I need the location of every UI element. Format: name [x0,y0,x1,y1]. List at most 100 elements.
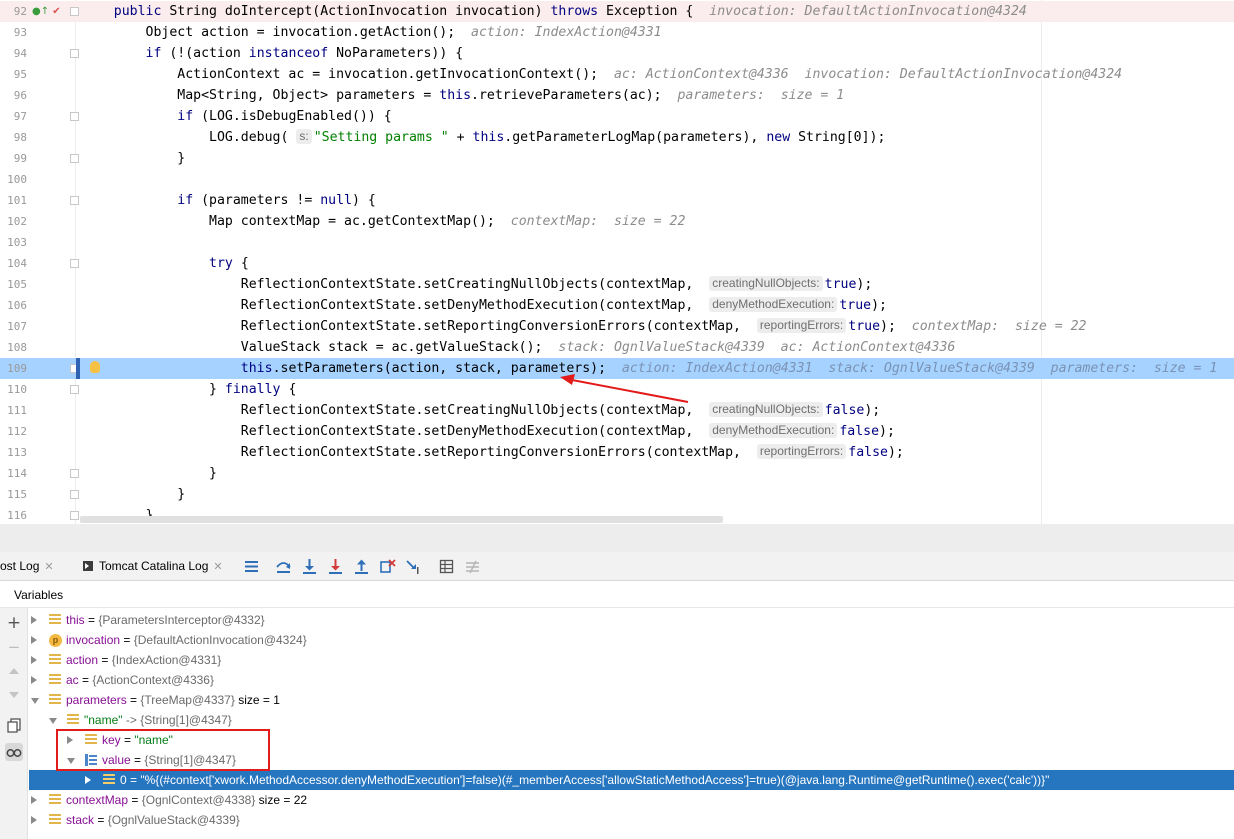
variable-row[interactable]: ac = {ActionContext@4336} [29,670,1234,690]
variable-row[interactable]: this = {ParametersInterceptor@4332} [29,610,1234,630]
trace-button[interactable] [464,558,481,575]
variable-row[interactable]: contextMap = {OgnlContext@4338} size = 2… [29,790,1234,810]
toggle-inline-values-button[interactable] [5,743,23,761]
code-text: if (LOG.isDebugEnabled()) { [82,106,391,127]
variable-row[interactable]: p invocation = {DefaultActionInvocation@4… [29,630,1234,650]
remove-watch-button[interactable]: − [5,638,23,656]
variable-row[interactable]: stack = {OgnlValueStack@4339} [29,810,1234,830]
fold-marker-icon[interactable] [70,511,79,520]
line-number: 103 [7,236,27,249]
copy-button[interactable] [5,716,23,734]
code-line[interactable]: 107 ReflectionContextState.setReportingC… [0,316,1234,337]
menu-button[interactable] [243,558,260,575]
code-line[interactable]: 108 ValueStack stack = ac.getValueStack(… [0,337,1234,358]
field-icon [67,714,79,726]
fold-marker-icon[interactable] [70,112,79,121]
code-token: ) { [351,193,376,208]
collapse-arrow-icon[interactable] [49,718,57,724]
code-line[interactable]: 93 Object action = invocation.getAction(… [0,22,1234,43]
code-line[interactable]: 100 [0,169,1234,190]
code-line[interactable]: 102 Map contextMap = ac.getContextMap();… [0,211,1234,232]
variable-text: contextMap = {OgnlContext@4338} size = 2… [66,790,307,810]
code-line[interactable]: 96 Map<String, Object> parameters = this… [0,85,1234,106]
inline-debug-value: stack: OgnlValueStack@4339 ac: ActionCon… [558,340,956,355]
code-token: String[0]); [790,130,886,145]
code-token: + [448,130,473,145]
fold-marker-icon[interactable] [70,7,79,16]
code-line[interactable]: 106 ReflectionContextState.setDenyMethod… [0,295,1234,316]
fold-marker-icon[interactable] [70,385,79,394]
drop-frame-button[interactable] [379,558,396,575]
step-out-button[interactable] [353,558,370,575]
code-line[interactable]: 105 ReflectionContextState.setCreatingNu… [0,274,1234,295]
line-number: 93 [13,26,27,39]
variable-name: this [66,613,85,627]
code-line[interactable]: 92 ●↑ ✔ public String doIntercept(ActionI… [0,1,1234,22]
code-token: ReflectionContextState.setDenyMethodExec… [82,424,710,439]
step-out-icon [355,559,368,574]
code-line[interactable]: 112 ReflectionContextState.setDenyMethod… [0,421,1234,442]
override-method-icon[interactable]: ●↑ ✔ [32,6,61,17]
fold-marker-icon[interactable] [70,469,79,478]
field-icon [49,674,61,686]
add-watch-button[interactable]: + [5,614,23,632]
variable-row[interactable]: 0 = "%{(#context['xwork.MethodAccessor.d… [29,770,1234,790]
code-line[interactable]: 97 if (LOG.isDebugEnabled()) { [0,106,1234,127]
fold-marker-icon[interactable] [70,259,79,268]
run-to-cursor-icon [406,560,419,574]
expand-arrow-icon[interactable] [31,816,37,824]
collapse-arrow-icon[interactable] [31,698,39,704]
line-number: 92 [13,5,27,18]
code-line[interactable]: 113 ReflectionContextState.setReportingC… [0,442,1234,463]
code-token: ActionContext ac = invocation.getInvocat… [82,67,614,82]
expand-arrow-icon[interactable] [31,796,37,804]
expand-arrow-icon[interactable] [31,656,37,664]
code-line[interactable]: 99 } [0,148,1234,169]
code-line[interactable]: 94 if (!(action instanceof NoParameters)… [0,43,1234,64]
fold-marker-icon[interactable] [70,154,79,163]
code-line[interactable]: 98 LOG.debug( s: "Setting params " + this… [0,127,1234,148]
evaluate-expression-button[interactable] [438,558,455,575]
code-line[interactable]: 103 [0,232,1234,253]
code-token: true [824,277,857,292]
move-up-button[interactable] [5,662,23,680]
code-text: ReflectionContextState.setDenyMethodExec… [82,295,887,316]
code-line[interactable]: 101 if (parameters != null) { [0,190,1234,211]
line-number: 102 [7,215,27,228]
code-line[interactable]: 114 } [0,463,1234,484]
parameter-hint: reportingErrors: [756,444,847,459]
fold-marker-icon[interactable] [70,196,79,205]
expand-arrow-icon[interactable] [85,776,91,784]
variable-row[interactable]: "name" -> {String[1]@4347} [29,710,1234,730]
variable-separator: = [84,613,99,627]
force-step-into-button[interactable] [327,558,344,575]
move-down-button[interactable] [5,686,23,704]
run-to-cursor-button[interactable] [405,558,422,575]
horizontal-scrollbar[interactable] [80,516,723,523]
variable-row[interactable]: parameters = {TreeMap@4337} size = 1 [29,690,1234,710]
fold-marker-icon[interactable] [70,490,79,499]
expand-arrow-icon[interactable] [31,676,37,684]
expand-arrow-icon[interactable] [31,636,37,644]
code-token: LOG.debug( [82,130,297,145]
code-line[interactable]: 104 try { [0,253,1234,274]
code-line[interactable]: 95 ActionContext ac = invocation.getInvo… [0,64,1234,85]
tab-host-log[interactable]: ost Log ✕ [0,552,54,581]
step-over-button[interactable] [275,558,292,575]
fold-marker-icon[interactable] [70,49,79,58]
variable-name: 0 [120,773,127,787]
close-icon[interactable]: ✕ [44,561,53,573]
panel-splitter[interactable] [0,524,1234,552]
code-line[interactable]: 115 } [0,484,1234,505]
close-icon[interactable]: ✕ [213,561,222,573]
variable-row[interactable]: action = {IndexAction@4331} [29,650,1234,670]
code-editor[interactable]: 92 ●↑ ✔ public String doIntercept(ActionI… [0,0,1234,524]
tab-tomcat-catalina-log[interactable]: Tomcat Catalina Log ✕ [83,552,223,581]
expand-arrow-icon[interactable] [31,616,37,624]
step-into-button[interactable] [301,558,318,575]
code-token: Exception { [598,4,710,19]
variable-text: stack = {OgnlValueStack@4339} [66,810,240,830]
variable-size: size = 22 [255,793,308,807]
variable-separator: = [126,773,141,787]
